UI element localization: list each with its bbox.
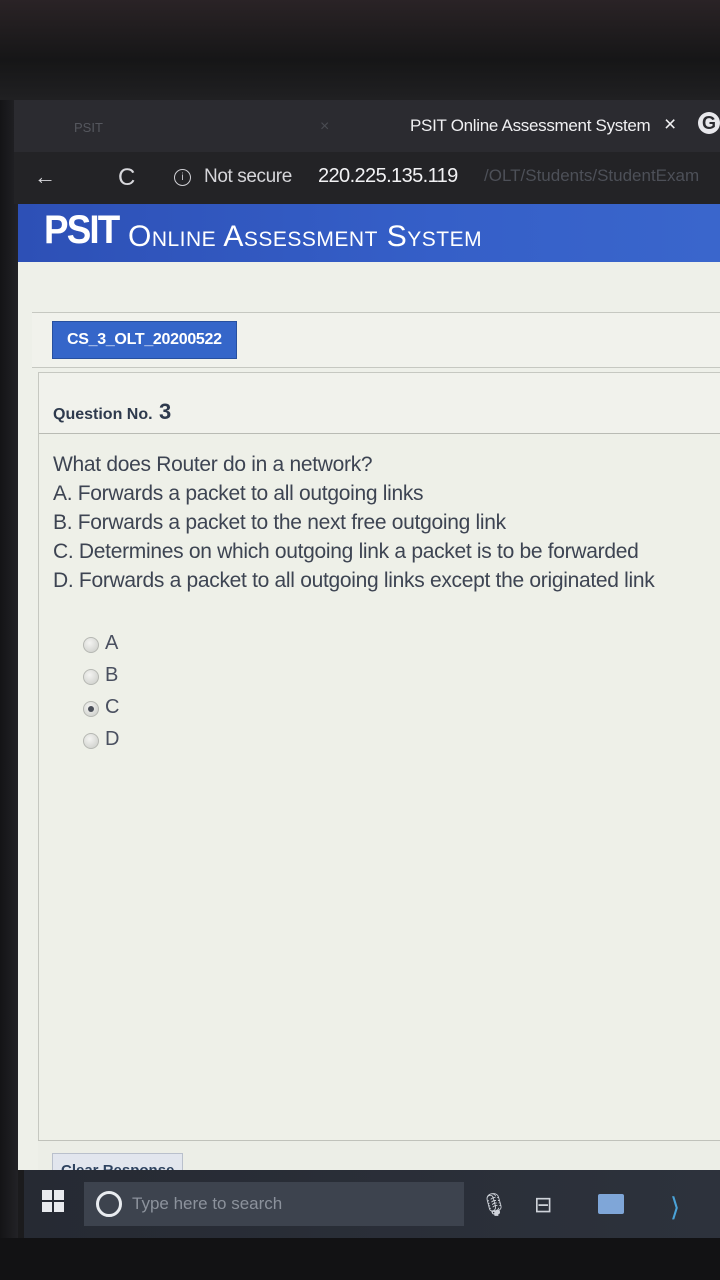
tab-title: PSIT xyxy=(74,120,103,135)
question-line: D. Forwards a packet to all outgoing lin… xyxy=(53,569,655,592)
windows-start-icon[interactable] xyxy=(42,1190,64,1212)
cortana-icon[interactable] xyxy=(96,1191,122,1217)
file-explorer-icon[interactable] xyxy=(598,1194,624,1214)
info-icon[interactable]: i xyxy=(174,169,191,186)
url-host[interactable]: 220.225.135.119 xyxy=(318,165,458,188)
visual-studio-icon[interactable]: ⟩ xyxy=(670,1192,680,1223)
radio-button[interactable] xyxy=(83,637,99,653)
question-label-text: Question No. xyxy=(53,406,153,423)
microphone-icon[interactable]: 🎙 xyxy=(480,1192,508,1218)
option-label: B xyxy=(105,664,119,686)
close-icon[interactable]: × xyxy=(320,118,329,136)
search-placeholder: Type here to search xyxy=(132,1194,283,1213)
taskbar-search-box[interactable]: Type here to search xyxy=(84,1182,464,1226)
radio-button[interactable] xyxy=(83,733,99,749)
browser-address-bar: ← C i Not secure 220.225.135.119 /OLT/St… xyxy=(14,152,720,204)
option-label: C xyxy=(105,696,120,718)
laptop-bezel-top xyxy=(0,0,720,100)
close-icon[interactable]: × xyxy=(664,113,676,137)
logo-psit: PSIT xyxy=(44,208,120,252)
option-b[interactable]: B xyxy=(83,662,283,694)
radio-button[interactable] xyxy=(83,669,99,685)
option-label: A xyxy=(105,632,119,654)
question-number-label: Question No. 3 xyxy=(53,399,171,425)
laptop-bezel-left xyxy=(0,100,18,1280)
browser-tab-active[interactable]: PSIT Online Assessment System × xyxy=(366,108,706,152)
question-line: A. Forwards a packet to all outgoing lin… xyxy=(53,482,424,505)
radio-button-selected[interactable] xyxy=(83,701,99,717)
browser-tab-strip: PSIT × PSIT Online Assessment System × xyxy=(14,100,720,152)
question-header: Question No. 3 xyxy=(39,372,720,434)
app-title: Online Assessment System xyxy=(128,220,483,253)
app-header: PSIT Online Assessment System xyxy=(18,204,720,262)
option-c[interactable]: C xyxy=(83,694,283,726)
security-label[interactable]: Not secure xyxy=(204,166,292,188)
option-label: D xyxy=(105,728,120,750)
url-path[interactable]: /OLT/Students/StudentExam xyxy=(484,166,699,186)
reload-icon[interactable]: C xyxy=(118,164,135,192)
main-content: CS_3_OLT_20200522 Question No. 3 What do… xyxy=(18,262,720,1199)
browser-tab-inactive[interactable]: PSIT × xyxy=(58,110,358,144)
question-text: What does Router do in a network? A. For… xyxy=(53,450,720,595)
question-number: 3 xyxy=(159,399,172,424)
back-arrow-icon[interactable]: ← xyxy=(34,164,56,190)
tab-title: PSIT Online Assessment System xyxy=(410,116,651,135)
question-panel: Question No. 3 What does Router do in a … xyxy=(38,372,720,1154)
option-a[interactable]: A xyxy=(83,630,283,662)
google-icon[interactable]: G xyxy=(698,112,720,134)
test-code-badge[interactable]: CS_3_OLT_20200522 xyxy=(52,321,237,359)
option-d[interactable]: D xyxy=(83,726,283,758)
windows-taskbar: Type here to search 🎙 ⊟ ⟩ xyxy=(24,1170,720,1238)
laptop-bezel-bottom xyxy=(0,1238,720,1280)
question-line: C. Determines on which outgoing link a p… xyxy=(53,540,639,563)
question-line: What does Router do in a network? xyxy=(53,453,373,476)
task-view-icon[interactable]: ⊟ xyxy=(534,1192,552,1218)
web-page: PSIT Online Assessment System CS_3_OLT_2… xyxy=(18,204,720,1199)
question-line: B. Forwards a packet to the next free ou… xyxy=(53,511,506,534)
answer-options: A B C D xyxy=(83,630,283,758)
test-strip: CS_3_OLT_20200522 xyxy=(32,312,720,368)
